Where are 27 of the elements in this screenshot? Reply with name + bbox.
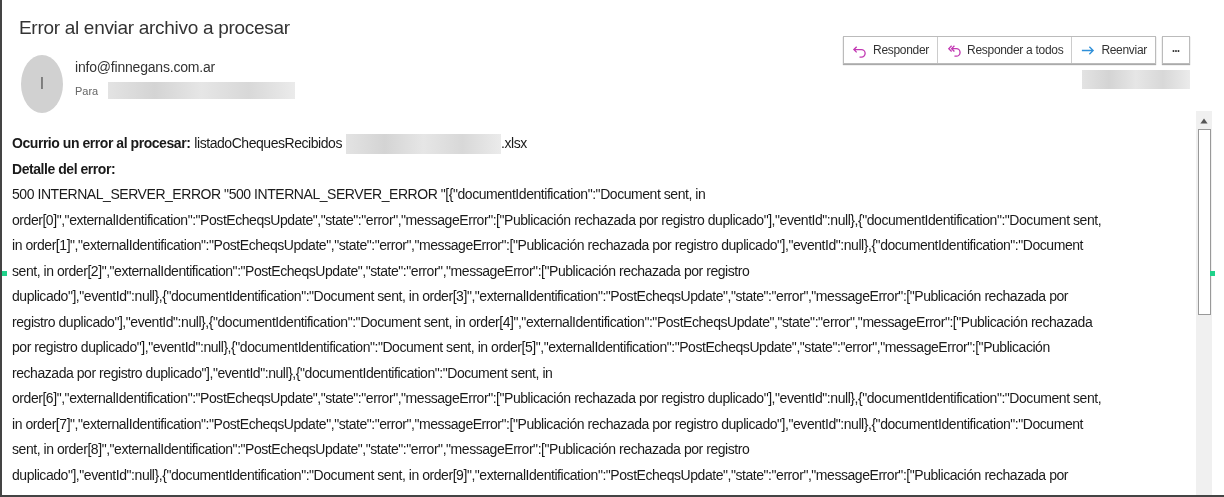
detail-label: Detalle del error:: [12, 159, 116, 179]
resize-handle[interactable]: [1210, 271, 1215, 276]
error-detail-line: order[0]","externalIdentification":"PostEcheqsUpdate","state":"error","messageError":["Publicación rechazada por registro duplicado"],"eventId":null},{"documentIdentification":"Document sent,: [12, 210, 1102, 230]
error-label: Ocurrio un error al procesar:: [12, 134, 191, 153]
error-detail-line: in order[1]","externalIdentification":"PostEcheqsUpdate","state":"error","messageError":["Publicación rechazada por registro duplicado"],"eventId":null},{"documentIdentification":"Document: [12, 236, 1084, 255]
error-detail-line: 500 INTERNAL_SERVER_ERROR "500 INTERNAL_SERVER_ERROR "[{"documentIdentification":"Document sent, in: [12, 185, 706, 204]
file-extension: .xlsx: [501, 134, 527, 153]
resize-handle[interactable]: [2, 271, 7, 276]
error-detail-line: in order[7]","externalIdentification":"PostEcheqsUpdate","state":"error","messageError":["Publicación rechazada por registro duplicado"],"eventId":null},{"documentIdentification":"Document: [12, 414, 1084, 434]
file-name: listadoChequesRecibidos: [194, 134, 342, 153]
scrollbar[interactable]: [1196, 111, 1212, 495]
error-detail-line: sent, in order[2]","externalIdentification":"PostEcheqsUpdate","state":"error","messageError":["Publicación rechazada por registro: [12, 261, 750, 281]
error-detail-line: sent, in order[8]","externalIdentification":"PostEcheqsUpdate","state":"error","messageError":["Publicación rechazada por registro: [12, 440, 750, 459]
sender-email: info@finnegans.com.ar: [75, 59, 216, 75]
error-detail-line: registro duplicado"],"eventId":null},{"documentIdentification":"Document sent, in order[4]","externalIdentification":"PostEcheqsUpdate","state":"error","messageError":["Publicación rechazada: [12, 312, 1093, 332]
reply-button[interactable]: Responder: [844, 37, 938, 63]
forward-button[interactable]: Reenviar: [1071, 37, 1155, 63]
scrollbar-thumb[interactable]: [1197, 129, 1211, 315]
email-subject: Error al enviar archivo a procesar: [19, 17, 291, 39]
error-detail-line: order[6]","externalIdentification":"PostEcheqsUpdate","state":"error","messageError":["Publicación rechazada por registro duplicado"],"eventId":null},{"documentIdentification":"Document sent,: [12, 389, 1102, 408]
sender-avatar: I: [21, 55, 63, 113]
error-detail-line: por registro duplicado"],"eventId":null},{"documentIdentification":"Document sent, in order[5]","externalIdentification":"PostEcheqsUpdate","state":"error","messageError":["Publicación: [12, 338, 1050, 357]
error-detail-line: rechazada por registro duplicado"],"eventId":null},{"documentIdentification":"Document sent, in: [12, 363, 553, 383]
error-detail-line: duplicado"],"eventId":null},{"documentIdentification":"Document sent, in order[9]","externalIdentification":"PostEcheqsUpdate","state":"error","messageError":["Publicación rechazada por: [12, 465, 1069, 485]
recipient-label: Para: [75, 84, 99, 97]
reply-all-button[interactable]: Responder a todos: [937, 37, 1072, 63]
error-detail-line: duplicado"],"eventId":null},{"documentIdentification":"Document sent, in order[3]","externalIdentification":"PostEcheqsUpdate","state":"error","messageError":["Publicación rechazada por: [12, 287, 1069, 306]
